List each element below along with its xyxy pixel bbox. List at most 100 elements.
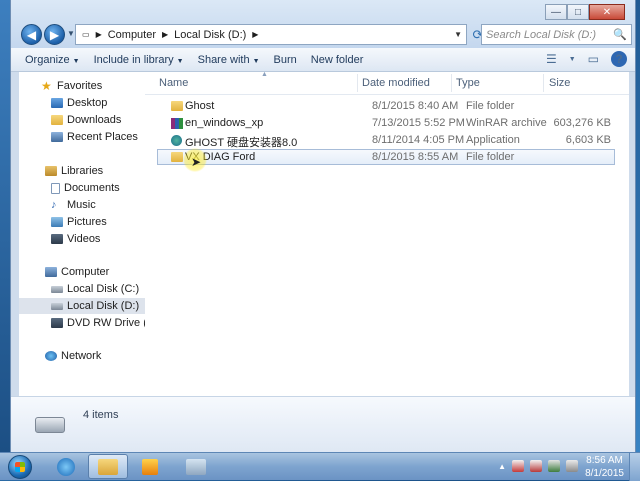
sidebar-item-network[interactable]: Network: [45, 348, 101, 364]
taskbar-media-player[interactable]: [130, 454, 170, 479]
breadcrumb-chevron-icon[interactable]: ▶: [252, 30, 258, 39]
taskbar: ▲ 8:56 AM 8/1/2015: [0, 452, 640, 481]
maximize-button[interactable]: □: [567, 4, 589, 20]
minimize-button[interactable]: —: [545, 4, 567, 20]
application-icon: [171, 135, 182, 146]
column-name[interactable]: Name: [159, 77, 188, 89]
sidebar-item-music[interactable]: ♪ Music: [51, 197, 96, 213]
clock-date: 8/1/2015: [585, 468, 624, 479]
taskbar-app[interactable]: [176, 454, 216, 479]
search-icon[interactable]: 🔍: [613, 28, 627, 41]
volume-icon[interactable]: [566, 460, 578, 472]
include-label: Include in library: [93, 53, 174, 66]
drive-icon: [35, 417, 65, 433]
sidebar-item-label: Libraries: [61, 165, 104, 177]
notification-area: ▲: [492, 460, 578, 472]
column-divider[interactable]: [543, 74, 544, 92]
forward-button[interactable]: ▶: [44, 24, 65, 45]
breadcrumb-chevron-icon[interactable]: ▶: [96, 30, 102, 39]
start-button[interactable]: [8, 455, 32, 479]
show-desktop-button[interactable]: [629, 453, 640, 481]
desktop-icon: [51, 98, 63, 108]
view-options-icon[interactable]: ☰: [546, 52, 557, 66]
column-divider[interactable]: [451, 74, 452, 92]
view-controls: ☰ ▼ ▭ ?: [534, 51, 627, 67]
forward-arrow-icon: ▶: [49, 27, 60, 42]
command-bar: Organize ▼ Include in library ▼ Share with…: [11, 48, 635, 72]
chevron-down-icon[interactable]: ▼: [569, 56, 576, 63]
sidebar-item-videos[interactable]: Videos: [51, 231, 100, 247]
sidebar-item-pictures[interactable]: Pictures: [51, 214, 107, 230]
column-date-modified[interactable]: Date modified: [362, 77, 430, 89]
sidebar-item-favorites[interactable]: ★ Favorites: [41, 78, 102, 94]
action-center-icon[interactable]: [512, 460, 524, 472]
sidebar-item-computer[interactable]: Computer: [45, 264, 109, 280]
sidebar-item-drive-d[interactable]: Local Disk (D:): [19, 298, 145, 314]
breadcrumb-chevron-icon[interactable]: ▶: [162, 30, 168, 39]
sidebar-item-libraries[interactable]: Libraries: [45, 163, 103, 179]
sidebar-item-desktop[interactable]: Desktop: [51, 95, 107, 111]
breadcrumb-local-disk-d[interactable]: Local Disk (D:): [174, 29, 246, 41]
sidebar-item-drive-e[interactable]: DVD RW Drive (E:) Fo: [51, 315, 145, 331]
breadcrumb-computer[interactable]: Computer: [108, 29, 156, 41]
system-clock[interactable]: 8:56 AM 8/1/2015: [585, 454, 624, 480]
sidebar-item-recent[interactable]: Recent Places: [51, 129, 138, 145]
sidebar-item-drive-c[interactable]: Local Disk (C:): [51, 281, 139, 297]
documents-icon: [51, 182, 60, 194]
preview-pane-icon[interactable]: ▭: [588, 52, 599, 66]
sidebar-item-documents[interactable]: Documents: [51, 180, 120, 196]
item-count: 4 items: [83, 409, 119, 421]
file-size: 603,276 KB: [553, 117, 612, 129]
chevron-down-icon: ▼: [176, 57, 184, 65]
taskbar-windows-explorer[interactable]: [88, 454, 128, 479]
organize-label: Organize: [25, 53, 70, 66]
drive-icon: [51, 285, 63, 293]
back-button[interactable]: ◀: [21, 24, 42, 45]
recent-pages-dropdown[interactable]: ▼: [67, 29, 75, 38]
file-row-vx-diag-ford[interactable]: VX DIAG Ford 8/1/2015 8:55 AM File folde…: [157, 149, 615, 165]
help-button[interactable]: ?: [611, 51, 627, 67]
file-type: Application: [466, 134, 520, 146]
file-list: ▲ Name Date modified Type Size Ghost 8/1…: [145, 71, 629, 396]
windows-logo-icon: [15, 462, 25, 472]
sort-ascending-icon: ▲: [261, 71, 268, 78]
sidebar-item-label: Local Disk (C:): [67, 283, 140, 295]
sidebar-item-label: DVD RW Drive (E:) Fo: [67, 317, 145, 329]
title-bar: — □ ✕ ◀ ▶ ▼ ▭ ▶ Computer ▶ Local Disk (D…: [11, 0, 635, 48]
explorer-window: — □ ✕ ◀ ▶ ▼ ▭ ▶ Computer ▶ Local Disk (D…: [10, 0, 636, 452]
column-type[interactable]: Type: [456, 77, 480, 89]
address-bar[interactable]: ▭ ▶ Computer ▶ Local Disk (D:) ▶ ▼: [75, 24, 467, 45]
address-dropdown-icon[interactable]: ▼: [454, 30, 462, 39]
sidebar-item-label: Music: [67, 199, 96, 211]
caption-buttons: — □ ✕: [545, 4, 625, 20]
organize-button[interactable]: Organize ▼: [25, 54, 80, 66]
file-type: File folder: [466, 151, 515, 163]
include-in-library-button[interactable]: Include in library ▼: [94, 54, 184, 66]
new-folder-button[interactable]: New folder: [311, 54, 364, 66]
sidebar-item-downloads[interactable]: Downloads: [51, 112, 121, 128]
network-status-icon[interactable]: [530, 460, 542, 472]
column-size[interactable]: Size: [549, 77, 570, 89]
burn-button[interactable]: Burn: [274, 54, 297, 66]
videos-icon: [51, 234, 63, 244]
search-input[interactable]: Search Local Disk (D:) 🔍: [481, 24, 632, 45]
file-type: WinRAR archive: [466, 117, 547, 129]
folder-icon: [171, 101, 183, 111]
file-row-en-windows-xp[interactable]: en_windows_xp 7/13/2015 5:52 PM WinRAR a…: [145, 115, 629, 131]
folder-icon: [171, 152, 183, 162]
file-name: en_windows_xp: [185, 117, 264, 129]
show-hidden-icons[interactable]: ▲: [498, 462, 506, 471]
file-row-ghost-installer[interactable]: GHOST 硬盘安装器8.0 8/11/2014 4:05 PM Applica…: [145, 132, 629, 149]
taskbar-internet-explorer[interactable]: [46, 454, 86, 479]
tray-app-icon[interactable]: [548, 460, 560, 472]
share-with-button[interactable]: Share with ▼: [198, 54, 260, 66]
sidebar-item-label: Documents: [64, 182, 120, 194]
recent-places-icon: [51, 132, 63, 142]
close-button[interactable]: ✕: [589, 4, 625, 20]
search-placeholder: Search Local Disk (D:): [486, 28, 597, 41]
column-divider[interactable]: [357, 74, 358, 92]
cursor-highlight: ➤: [183, 148, 207, 172]
sidebar-item-label: Favorites: [57, 80, 103, 92]
file-row-ghost[interactable]: Ghost 8/1/2015 8:40 AM File folder: [145, 98, 629, 114]
file-name: Ghost: [185, 100, 215, 112]
